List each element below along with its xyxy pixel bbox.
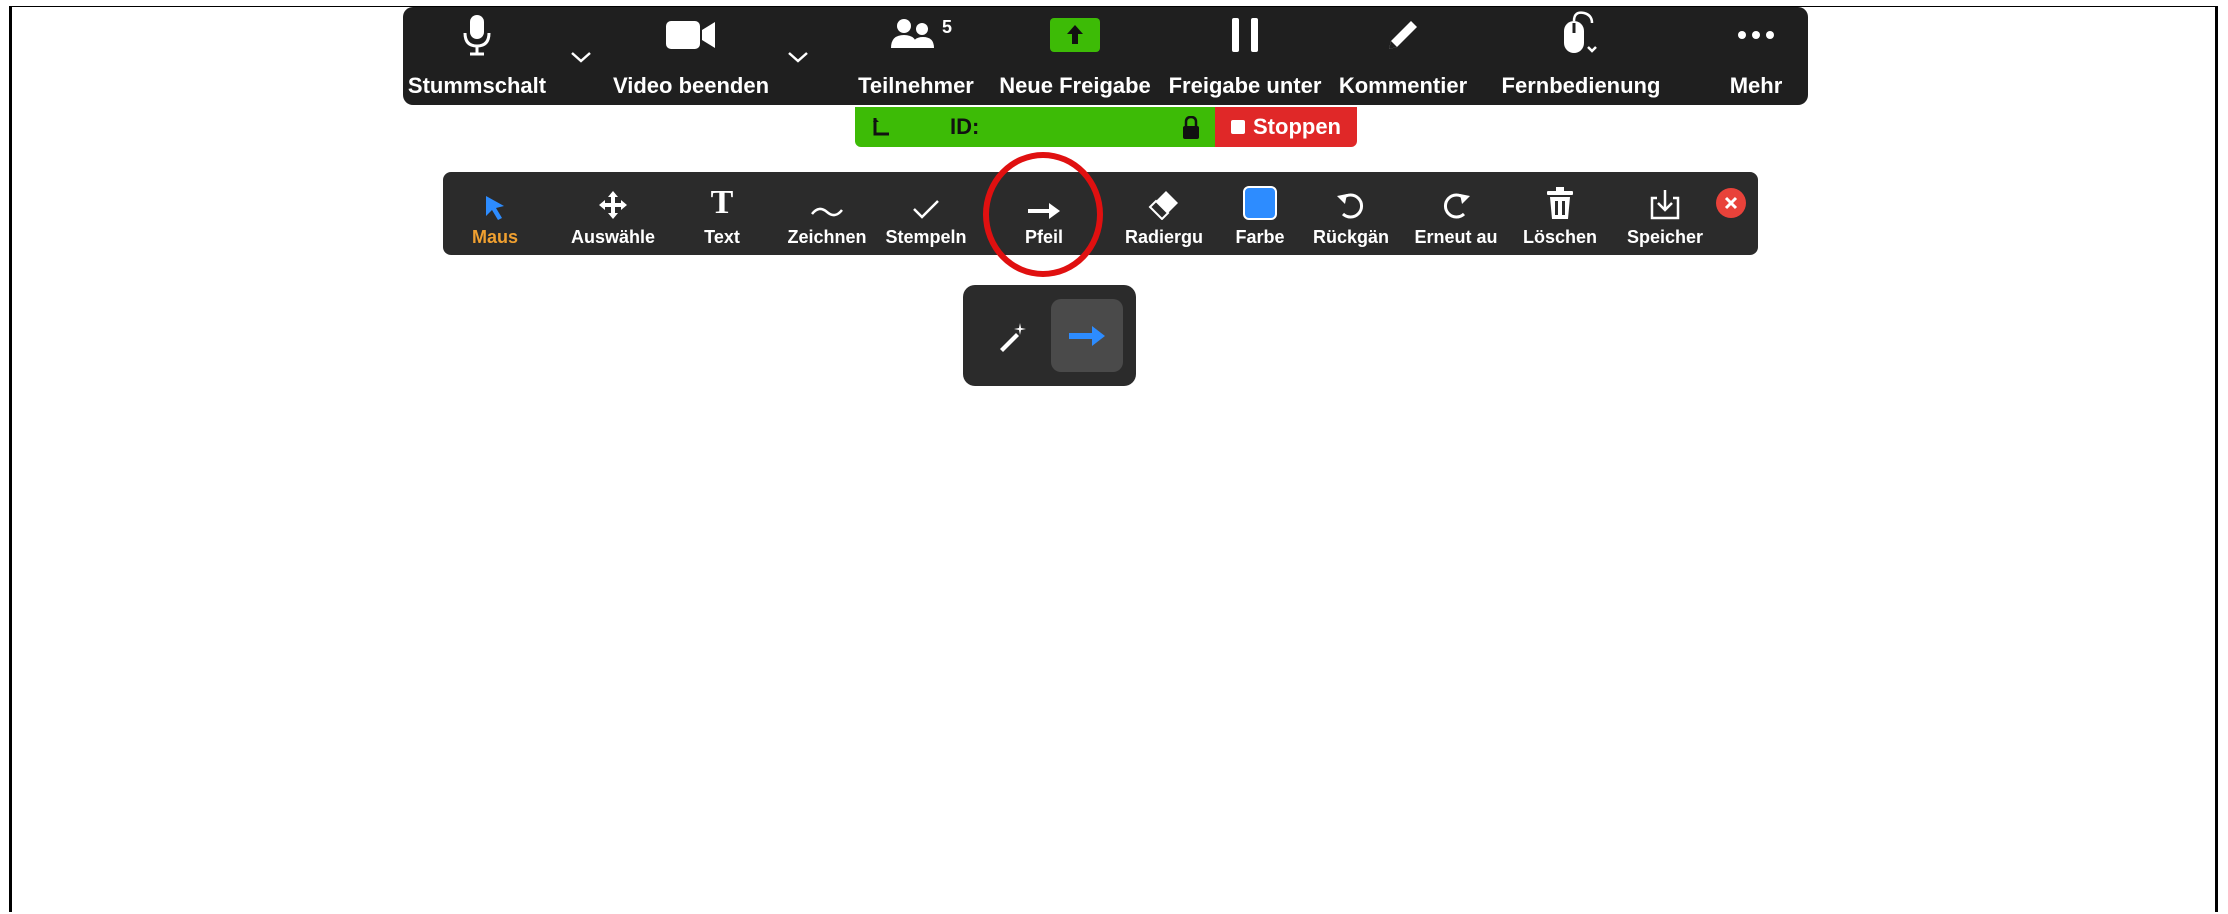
microphone-icon <box>462 7 492 63</box>
tool-eraser[interactable]: Radiergu <box>1119 172 1209 255</box>
remote-control-label: Fernbedienung <box>1501 73 1661 98</box>
close-annotation-button[interactable] <box>1716 188 1746 218</box>
pause-share-label: Freigabe unter <box>1168 73 1322 98</box>
chevron-down-icon[interactable] <box>786 45 810 69</box>
tool-clear-label: Löschen <box>1523 227 1598 247</box>
color-swatch-icon <box>1243 172 1277 224</box>
cursor-arrow-icon <box>484 172 506 224</box>
highlight-circle <box>983 152 1103 277</box>
mute-label: Stummschalt <box>407 73 547 98</box>
stop-share-button[interactable]: Stoppen <box>1215 107 1357 147</box>
squiggle-icon <box>810 172 844 224</box>
tool-color[interactable]: Farbe <box>1227 172 1293 255</box>
tool-stamp-label: Stempeln <box>885 227 967 247</box>
mute-button[interactable]: Stummschalt <box>407 7 547 105</box>
more-label: Mehr <box>1729 73 1783 98</box>
text-icon: T <box>711 172 734 224</box>
stop-video-button[interactable]: Video beenden <box>610 7 772 105</box>
meeting-controls-bar: Stummschalt Video beenden 5 Teilnehmer N… <box>403 7 1808 105</box>
video-label: Video beenden <box>612 73 770 98</box>
participants-label: Teilnehmer <box>858 73 974 98</box>
new-share-button[interactable]: Neue Freigabe <box>997 7 1153 105</box>
trash-icon <box>1545 172 1575 224</box>
arrow-option[interactable] <box>1051 299 1123 372</box>
more-button[interactable]: Mehr <box>1713 7 1799 105</box>
checkmark-icon <box>912 172 940 224</box>
tool-clear[interactable]: Löschen <box>1523 172 1597 255</box>
tool-mouse[interactable]: Maus <box>463 172 527 255</box>
save-download-icon <box>1649 172 1681 224</box>
tool-stamp[interactable]: Stempeln <box>881 172 971 255</box>
more-icon <box>1736 7 1776 63</box>
tool-select[interactable]: Auswähle <box>571 172 655 255</box>
tool-text-label: Text <box>704 227 740 247</box>
pin-arrow-icon <box>873 118 889 136</box>
share-status-bar: ID: Stoppen <box>855 107 1357 147</box>
meeting-id-label: ID: <box>950 114 980 139</box>
arrow-options-popup <box>963 285 1136 386</box>
new-share-label: Neue Freigabe <box>999 73 1151 98</box>
pause-share-button[interactable]: Freigabe unter <box>1163 7 1327 105</box>
pencil-icon <box>1383 7 1423 63</box>
tool-mouse-label: Maus <box>471 227 518 247</box>
lock-icon <box>1183 116 1199 139</box>
text-icon-glyph: T <box>710 184 734 221</box>
tool-save-label: Speicher <box>1626 227 1704 247</box>
stop-icon <box>1231 120 1245 134</box>
mouse-remote-icon <box>1558 7 1604 63</box>
spotlight-option[interactable] <box>977 299 1049 372</box>
tool-color-label: Farbe <box>1235 227 1285 247</box>
tool-draw-label: Zeichnen <box>787 227 867 247</box>
blue-arrow-icon <box>1069 325 1105 346</box>
stop-label: Stoppen <box>1253 114 1341 139</box>
tool-draw[interactable]: Zeichnen <box>779 172 875 255</box>
tool-redo[interactable]: Erneut au <box>1409 172 1503 255</box>
annotate-button[interactable]: Kommentier <box>1333 7 1473 105</box>
magic-wand-icon <box>1000 322 1026 352</box>
tool-select-label: Auswähle <box>570 227 656 247</box>
move-arrows-icon <box>598 172 628 224</box>
tool-save[interactable]: Speicher <box>1623 172 1707 255</box>
tool-undo[interactable]: Rückgän <box>1309 172 1393 255</box>
tool-text[interactable]: T Text <box>691 172 753 255</box>
undo-icon <box>1335 172 1367 224</box>
eraser-icon <box>1147 172 1181 224</box>
participants-button[interactable]: 5 Teilnehmer <box>843 7 989 105</box>
participant-count: 5 <box>942 17 953 37</box>
remote-control-button[interactable]: Fernbedienung <box>1491 7 1671 105</box>
close-icon <box>1724 196 1738 210</box>
pause-icon <box>1228 7 1262 63</box>
redo-icon <box>1440 172 1472 224</box>
chevron-down-icon[interactable] <box>569 45 593 69</box>
video-camera-icon <box>665 7 717 63</box>
participants-icon: 5 <box>890 7 952 63</box>
tool-redo-label: Erneut au <box>1414 227 1498 247</box>
tool-eraser-label: Radiergu <box>1124 227 1203 247</box>
annotate-label: Kommentier <box>1338 73 1468 98</box>
share-screen-icon <box>1049 7 1101 63</box>
meeting-id-panel[interactable]: ID: <box>855 107 1215 147</box>
tool-undo-label: Rückgän <box>1312 227 1390 247</box>
selected-color-swatch <box>1243 186 1277 220</box>
